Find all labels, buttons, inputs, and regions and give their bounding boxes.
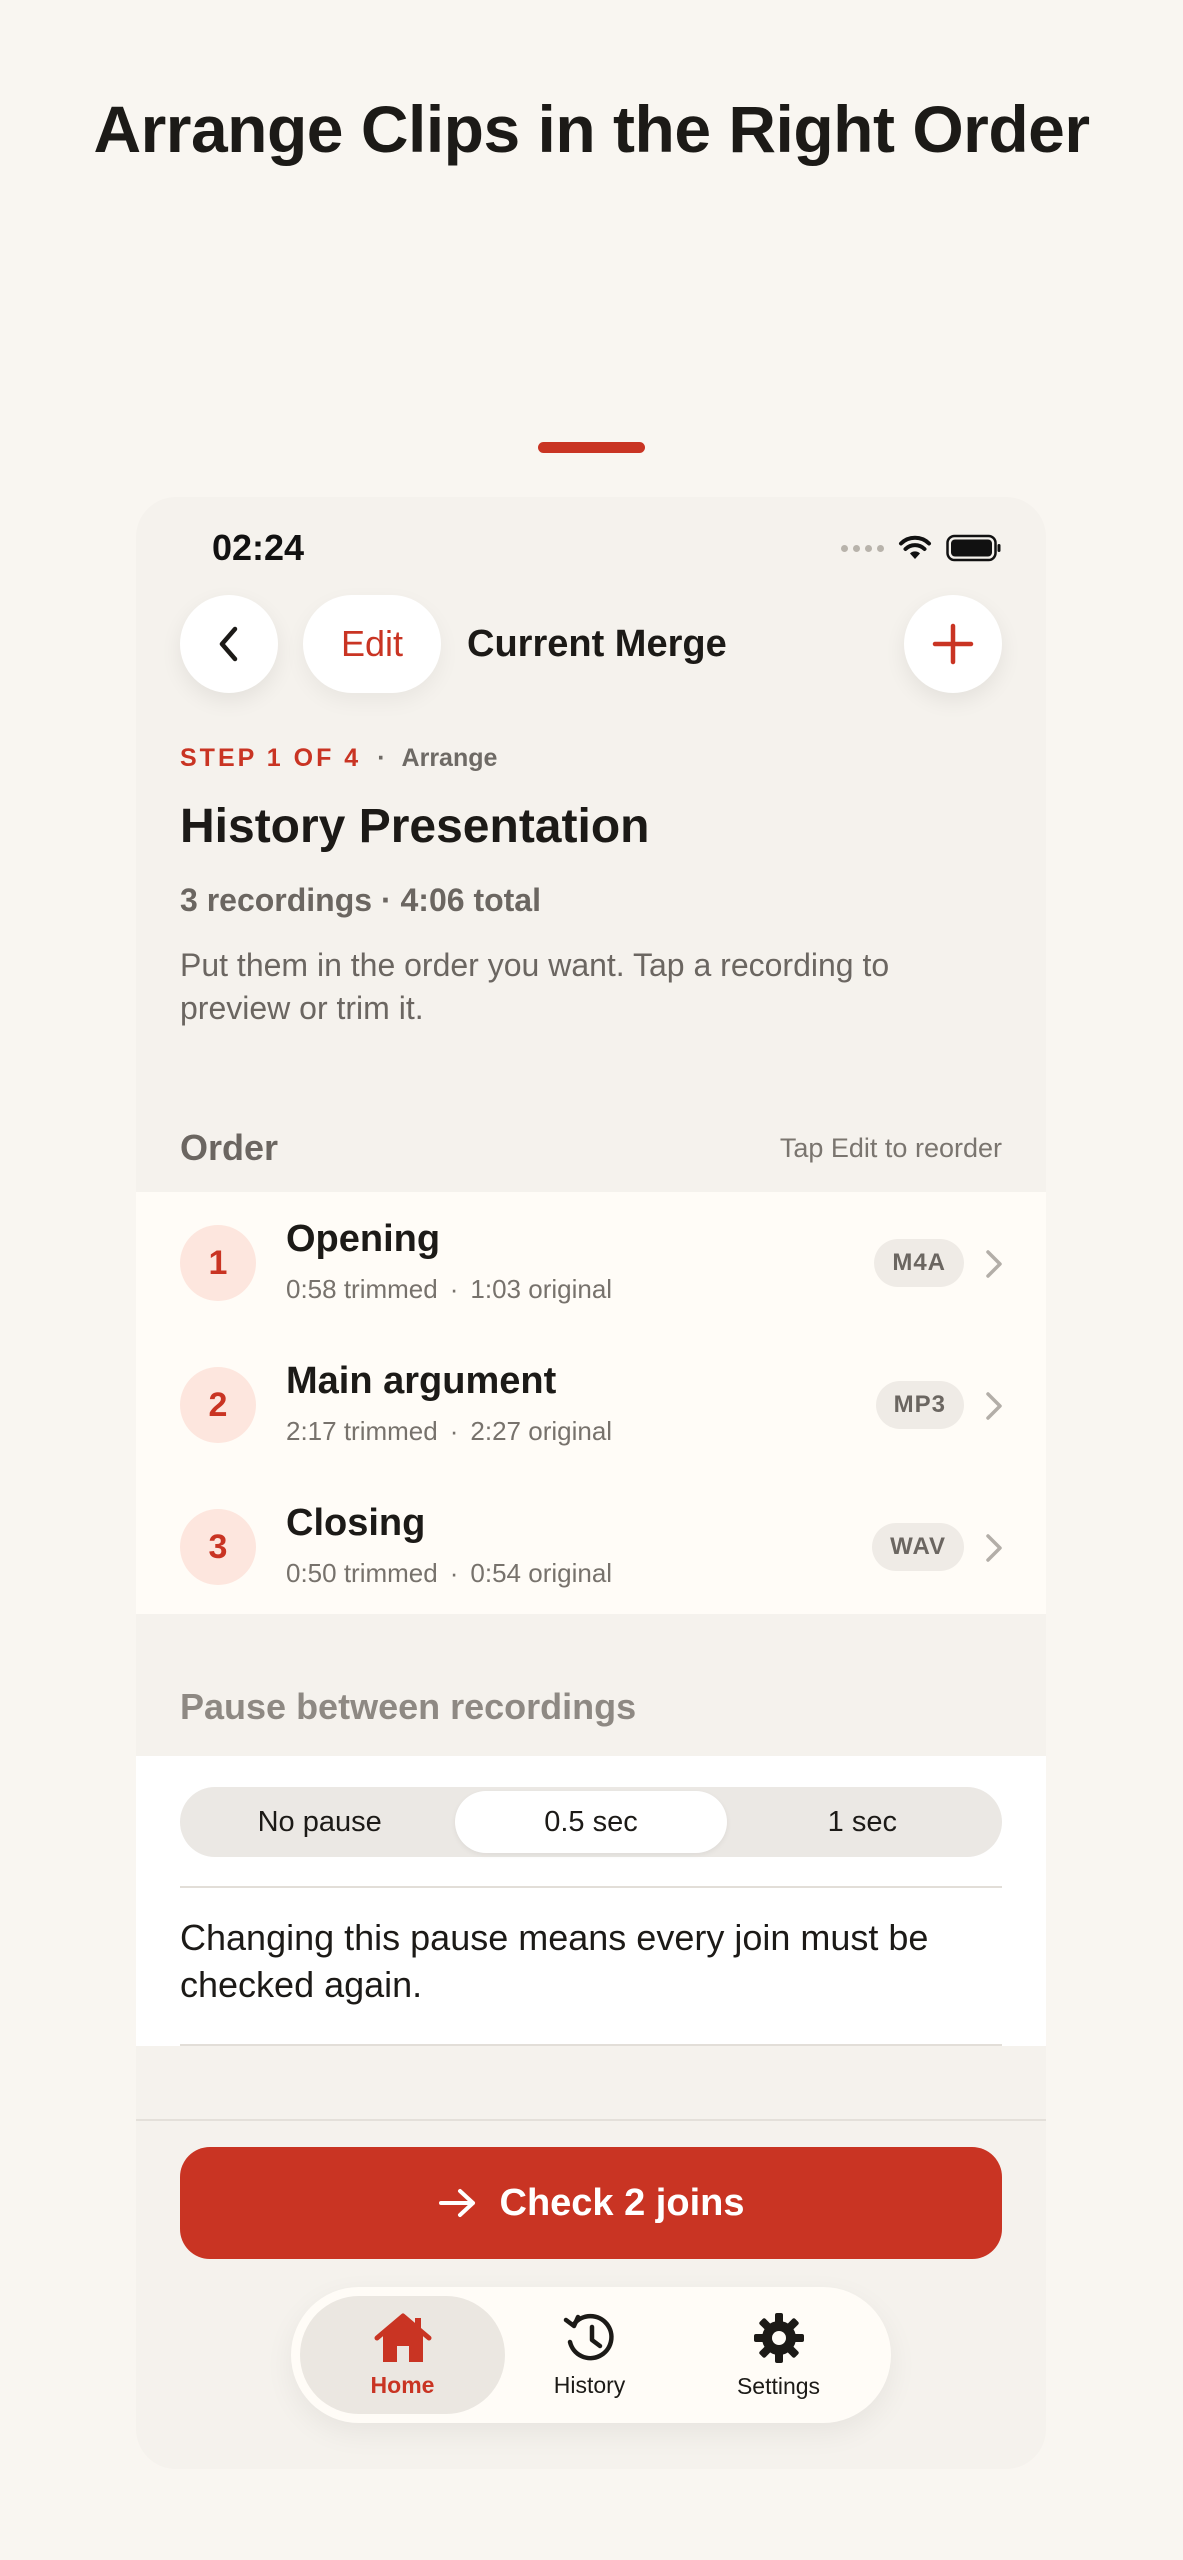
pause-settings-card: No pause 0.5 sec 1 sec Changing this pau…: [136, 1756, 1046, 2046]
meta-separator: ·: [449, 1558, 459, 1588]
clip-order-badge: 3: [180, 1509, 256, 1585]
tab-label: Settings: [736, 2372, 821, 2399]
clip-name: Opening: [286, 1218, 441, 1260]
clip-row[interactable]: 2 Main argument 2:17 trimmed · 2:27 orig…: [136, 1334, 1046, 1476]
reorder-hint: Tap Edit to reorder: [779, 1132, 1002, 1163]
gear-icon: [753, 2312, 804, 2363]
clip-row[interactable]: 1 Opening 0:58 trimmed · 1:03 original M…: [136, 1192, 1046, 1334]
divider: [136, 2119, 1046, 2121]
clip-order-badge: 1: [180, 1225, 256, 1301]
history-icon: [563, 2313, 614, 2360]
clip-duration: 2:17 trimmed · 2:27 original: [286, 1416, 612, 1447]
clip-name: Main argument: [286, 1360, 557, 1402]
clip-trimmed-duration: 0:50 trimmed: [286, 1558, 438, 1588]
home-icon: [374, 2313, 431, 2362]
tab-label: Home: [370, 2371, 435, 2398]
accent-divider: [538, 442, 645, 453]
chevron-right-icon: [986, 1534, 1002, 1562]
pause-segmented-control: No pause 0.5 sec 1 sec: [180, 1787, 1002, 1857]
battery-icon: [946, 534, 1001, 562]
headline: Arrange Clips in the Right Order: [93, 92, 1090, 166]
chevron-right-icon: [986, 1250, 1002, 1278]
chevron-left-icon: [219, 626, 238, 662]
clip-duration: 0:58 trimmed · 1:03 original: [286, 1274, 612, 1305]
nav-title: Current Merge: [467, 623, 727, 665]
clip-original-duration: 1:03 original: [470, 1274, 613, 1304]
format-badge: M4A: [874, 1239, 964, 1287]
cellular-signal-icon: [841, 544, 884, 552]
navigation-bar: Edit Current Merge: [180, 595, 1002, 693]
divider: [180, 2044, 1002, 2046]
status-icons: [841, 533, 1002, 563]
check-joins-label: Check 2 joins: [499, 2181, 745, 2224]
tab-home[interactable]: Home: [300, 2296, 505, 2414]
order-section-title: Order: [180, 1127, 279, 1168]
clip-row[interactable]: 3 Closing 0:50 trimmed · 0:54 original W…: [136, 1476, 1046, 1618]
step-counter: STEP 1 OF 4: [180, 744, 362, 772]
step-name: Arrange: [401, 744, 498, 772]
plus-icon: [932, 623, 974, 665]
project-summary: 3 recordings · 4:06 total: [180, 882, 541, 918]
status-time: 02:24: [212, 527, 305, 568]
screen: Arrange Clips in the Right Order 02:24 E…: [0, 0, 1183, 2560]
clip-order-badge: 2: [180, 1367, 256, 1443]
check-joins-button[interactable]: Check 2 joins: [180, 2147, 1002, 2259]
clip-trimmed-duration: 2:17 trimmed: [286, 1416, 438, 1446]
wifi-icon: [899, 535, 931, 559]
clip-duration: 0:50 trimmed · 0:54 original: [286, 1558, 612, 1589]
pause-option-none[interactable]: No pause: [184, 1791, 455, 1853]
pause-warning-note: Changing this pause means every join mus…: [180, 1917, 929, 2005]
phone-frame: 02:24 Edit Current Merge STEP 1 OF 4 · A…: [136, 497, 1046, 2469]
tab-label: History: [553, 2371, 626, 2398]
chevron-right-icon: [986, 1392, 1002, 1420]
instructions: Put them in the order you want. Tap a re…: [180, 947, 890, 1026]
project-title: History Presentation: [180, 800, 650, 853]
clip-name: Closing: [286, 1502, 426, 1544]
step-indicator: STEP 1 OF 4 · Arrange: [180, 744, 497, 773]
pause-section-title: Pause between recordings: [180, 1686, 637, 1727]
clip-list: 1 Opening 0:58 trimmed · 1:03 original M…: [136, 1192, 1046, 1614]
step-separator: ·: [377, 744, 386, 772]
clip-original-duration: 2:27 original: [470, 1416, 613, 1446]
clip-trimmed-duration: 0:58 trimmed: [286, 1274, 438, 1304]
add-recording-button[interactable]: [904, 595, 1002, 693]
pause-option-one-second[interactable]: 1 sec: [727, 1791, 998, 1853]
pause-option-half-second[interactable]: 0.5 sec: [455, 1791, 727, 1853]
format-badge: MP3: [875, 1381, 964, 1429]
tab-bar: Home History Settings: [291, 2287, 891, 2423]
format-badge: WAV: [872, 1523, 964, 1571]
clip-original-duration: 0:54 original: [470, 1558, 613, 1588]
meta-separator: ·: [449, 1274, 459, 1304]
arrow-right-icon: [438, 2189, 475, 2217]
order-section-header: Order Tap Edit to reorder: [180, 1125, 1002, 1171]
tab-settings[interactable]: Settings: [676, 2296, 881, 2414]
divider: [180, 1886, 1002, 1888]
tab-history[interactable]: History: [487, 2296, 692, 2414]
back-button[interactable]: [180, 595, 278, 693]
edit-button[interactable]: Edit: [303, 595, 441, 693]
meta-separator: ·: [449, 1416, 459, 1446]
